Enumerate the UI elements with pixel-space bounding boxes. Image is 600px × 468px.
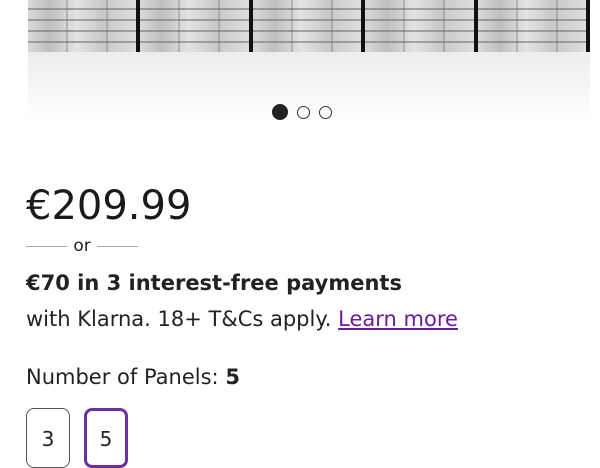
carousel-dot-active[interactable] <box>272 104 288 120</box>
image-panel <box>28 0 137 52</box>
image-panel <box>361 0 475 52</box>
divider-line <box>96 245 139 247</box>
option-value: 3 <box>41 427 55 451</box>
carousel-dot[interactable] <box>319 105 332 119</box>
image-panel <box>473 0 591 52</box>
image-panel <box>248 0 362 52</box>
or-label: or <box>73 236 91 256</box>
option-label-text: Number of Panels: <box>26 365 219 389</box>
learn-more-link[interactable]: Learn more <box>338 307 458 331</box>
klarna-terms-text: with Klarna. 18+ T&Cs apply. <box>26 307 332 331</box>
divider-line <box>26 245 68 247</box>
klarna-terms: with Klarna. 18+ T&Cs apply. Learn more <box>26 304 458 334</box>
carousel-dot[interactable] <box>297 105 310 119</box>
product-image <box>28 0 591 52</box>
or-divider: or <box>26 236 139 256</box>
panels-option-label: Number of Panels: 5 <box>26 362 240 392</box>
product-price: €209.99 <box>26 183 192 229</box>
product-image-carousel[interactable] <box>0 0 600 130</box>
panel-option-3[interactable]: 3 <box>26 408 70 468</box>
panel-option-5[interactable]: 5 <box>84 408 128 468</box>
carousel-pagination <box>272 104 332 120</box>
image-panel <box>136 0 250 52</box>
option-selected-value: 5 <box>225 365 240 389</box>
option-value: 5 <box>99 427 113 451</box>
klarna-headline: €70 in 3 interest-free payments <box>26 271 402 295</box>
